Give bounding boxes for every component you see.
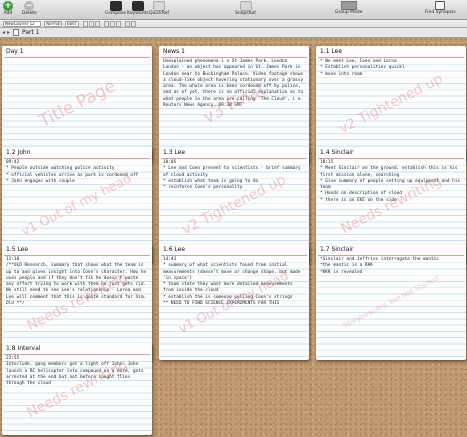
keywords-icon	[131, 1, 144, 11]
synopsis-icon	[435, 1, 446, 10]
group-mode-icon	[340, 1, 357, 10]
card-synopsis[interactable]: 14:43 * summary of what scientists found…	[159, 256, 309, 360]
find-synopsis-label: Find Synopsis	[425, 10, 456, 15]
find-synopsis-button[interactable]: Find Synopsis	[425, 1, 456, 19]
card-title[interactable]: News 1	[159, 46, 309, 57]
weight-select[interactable]: Bold	[65, 21, 79, 27]
compose-button[interactable]: Compose	[105, 1, 126, 19]
minus-icon: −	[24, 1, 35, 11]
group-mode-button[interactable]: Group Mode	[335, 1, 362, 19]
editor-header: ◂ ▸ Part 1	[0, 28, 467, 38]
forward-arrow-icon[interactable]: ▸	[7, 29, 10, 36]
compose-icon	[109, 1, 122, 11]
card-title[interactable]: 1.6 Lee	[159, 244, 309, 255]
delete-button[interactable]: − Delete	[22, 1, 37, 19]
card-title[interactable]: 1.5 Lee	[2, 244, 152, 255]
index-card[interactable]: 1.1 Lee * We meet Lee, Coen and Lorna * …	[316, 46, 466, 162]
card-title[interactable]: 1.2 John	[2, 147, 152, 158]
delete-label: Delete	[22, 11, 37, 16]
compose-label: Compose	[105, 11, 127, 16]
card-title[interactable]: 1.7 Sinclair	[316, 244, 466, 255]
index-card[interactable]: 1.8 Interval 22:55 Interlude, gang membe…	[2, 343, 152, 435]
keywords-label: Keywords	[127, 11, 149, 16]
main-toolbar: + Add − Delete Compose Keywords QuickRef…	[0, 0, 467, 20]
index-card[interactable]: 1.7 Sinclair *Sinclair and Jeffries inte…	[316, 244, 466, 360]
card-title[interactable]: 1.8 Interval	[2, 343, 152, 354]
add-label: Add	[3, 11, 13, 16]
style-select[interactable]: Normal	[44, 21, 62, 27]
index-card[interactable]: 1.6 Lee 14:43 * summary of what scientis…	[159, 244, 309, 360]
italic-button[interactable]	[89, 21, 94, 27]
align-right-button[interactable]	[116, 21, 121, 27]
font-select[interactable]: NewCourier 12	[3, 21, 41, 27]
card-synopsis[interactable]: 22:55 Interlude, gang members get a ligh…	[2, 355, 152, 435]
underline-button[interactable]	[95, 21, 100, 27]
snapshot-icon	[239, 1, 252, 11]
index-card[interactable]: Day 1 Title Page	[2, 46, 152, 162]
index-card[interactable]: News 1 Unexplained phenomena i n St Jame…	[159, 46, 309, 162]
keywords-button[interactable]: Keywords	[127, 1, 149, 19]
quickref-icon	[153, 1, 165, 11]
card-synopsis[interactable]: *Sinclair and Jeffries interrogate the m…	[316, 256, 466, 360]
align-center-button[interactable]	[110, 21, 115, 27]
align-left-button[interactable]	[104, 21, 109, 27]
highlight-button[interactable]	[131, 21, 136, 27]
document-title: Part 1	[22, 29, 40, 36]
snapshot-button[interactable]: Snapshot	[235, 1, 256, 19]
text-color-button[interactable]	[125, 21, 130, 27]
card-title[interactable]: 1.4 Sinclair	[316, 147, 466, 158]
format-bar: NewCourier 12 Normal Bold	[0, 20, 467, 28]
back-arrow-icon[interactable]: ◂	[2, 29, 5, 36]
card-title[interactable]: Day 1	[2, 46, 152, 57]
corkboard: Day 1 Title Page News 1 Unexplained phen…	[0, 38, 467, 437]
folder-doc-icon	[13, 29, 20, 36]
quickref-label: QuickRef	[149, 11, 170, 16]
bold-button[interactable]	[83, 21, 88, 27]
card-title[interactable]: 1.1 Lee	[316, 46, 466, 57]
add-button[interactable]: + Add	[3, 1, 13, 19]
plus-icon: +	[3, 1, 13, 11]
card-title[interactable]: 1.3 Lee	[159, 147, 309, 158]
quickref-button[interactable]: QuickRef	[149, 1, 169, 19]
group-mode-label: Group Mode	[335, 10, 363, 15]
snapshot-label: Snapshot	[235, 11, 257, 16]
